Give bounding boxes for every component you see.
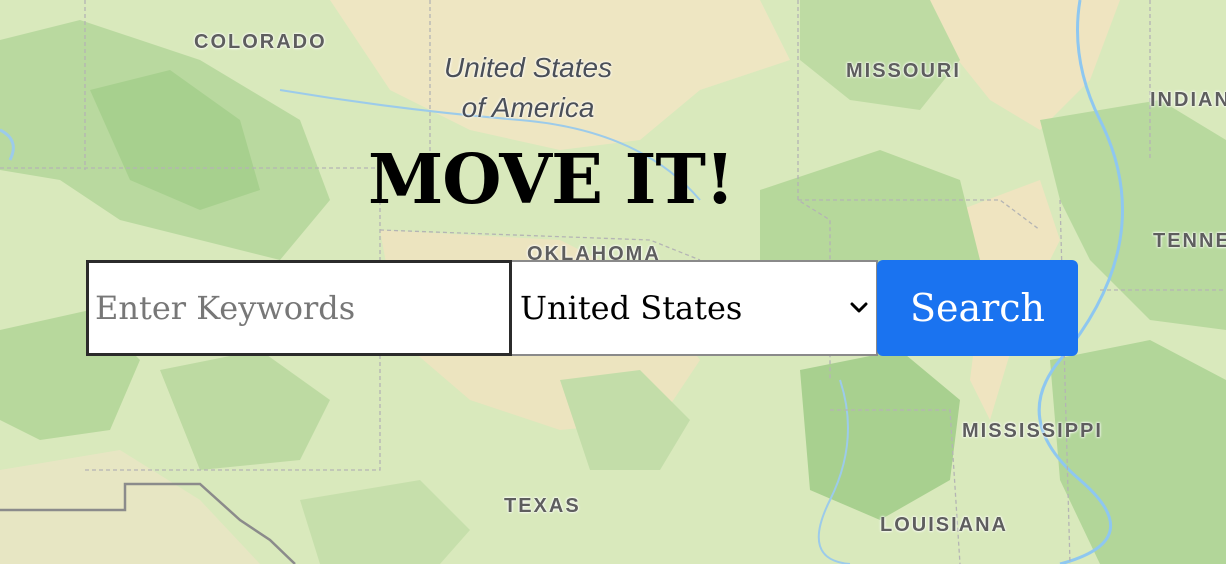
chevron-down-icon bbox=[850, 302, 868, 313]
map-label-indiana: INDIAN bbox=[1150, 89, 1226, 111]
map-label-louisiana: LOUISIANA bbox=[880, 514, 1008, 536]
map-label-missouri: MISSOURI bbox=[846, 60, 961, 82]
country-select[interactable]: United States bbox=[512, 260, 878, 356]
map-label-tennessee: TENNE bbox=[1153, 230, 1226, 252]
country-select-value: United States bbox=[520, 289, 743, 327]
page-title: MOVE IT! bbox=[368, 140, 735, 220]
country-label-line1: United States bbox=[444, 52, 613, 83]
map-label-mississippi: MISSISSIPPI bbox=[962, 420, 1103, 442]
country-label-line2: of America bbox=[461, 92, 595, 123]
map-label-country: United States of America bbox=[444, 48, 612, 128]
map-label-texas: TEXAS bbox=[504, 495, 581, 517]
search-button[interactable]: Search bbox=[877, 260, 1078, 356]
keywords-input[interactable] bbox=[86, 260, 512, 356]
map-label-colorado: COLORADO bbox=[194, 31, 327, 53]
